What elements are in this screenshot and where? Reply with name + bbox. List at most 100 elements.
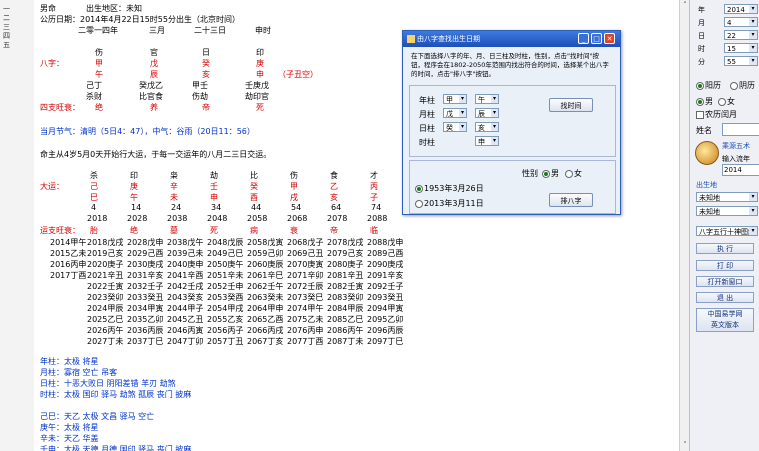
shensha-line: 己巳：天乙 太极 文昌 驿马 空亡 (40, 412, 155, 421)
bazi-cangshen: 劫印官 (245, 92, 269, 101)
liunian-cell: 2056丙子 (207, 326, 244, 335)
liunian-cell: 2080庚子 (327, 260, 364, 269)
field-select-0[interactable]: 2014 ▾ (724, 4, 758, 14)
name-label: 姓名 (696, 126, 712, 135)
liunian-cell: 2044甲子 (167, 304, 204, 313)
result-option-2[interactable]: 2013年3月11日 (415, 198, 484, 209)
close-icon[interactable]: ✕ (604, 33, 615, 44)
pillar-gan-select[interactable]: 甲 ▾ (443, 94, 467, 104)
paipan-button[interactable]: 排八字 (549, 193, 593, 207)
field-select-3[interactable]: 15 ▾ (724, 43, 758, 53)
pillar-zhi-select[interactable]: 亥 ▾ (475, 122, 499, 132)
liunian-cell: 2015乙未 (50, 249, 87, 258)
bazi-shishen: 伤 (95, 48, 103, 57)
liunian-cell: 2083癸卯 (327, 293, 364, 302)
shensha-line: 月柱：寡宿 空亡 吊客 (40, 368, 118, 377)
dialog-titlebar[interactable]: 由八字查找出生日期 _ □ ✕ (403, 31, 620, 47)
liunian-cell: 2018戊戌 (87, 238, 124, 247)
liunian-cell: 2088戊申 (367, 238, 404, 247)
radio-female[interactable] (565, 169, 573, 178)
radio-result-2[interactable] (415, 199, 423, 208)
pillar-gan-select[interactable]: 癸 ▾ (443, 122, 467, 132)
field-select-4[interactable]: 55 ▾ (724, 56, 758, 66)
chevron-down-icon: ▾ (749, 18, 757, 26)
scroll-down-icon[interactable]: ˅ (681, 441, 689, 449)
dayun-zhi: 巳 (90, 193, 98, 202)
radio-male-main[interactable] (696, 97, 704, 106)
liunian-cell: 2022壬寅 (87, 282, 124, 291)
field-label: 时 (698, 45, 705, 53)
result-text-area[interactable]: 男命 出生地区：未知 公历日期：2014年4月22日15时55分出生（北京时间）… (34, 0, 679, 451)
pillar-zhi-select[interactable]: 申 ▾ (475, 136, 499, 146)
liunian-cell: 2016丙申 (50, 260, 87, 269)
liunian-cell: 2024甲辰 (87, 304, 124, 313)
gender-label: 性别 (522, 169, 538, 178)
pillar-zhi-select[interactable]: 辰 ▾ (475, 108, 499, 118)
field-label: 分 (698, 58, 705, 66)
cal-solar[interactable]: 阳历 (696, 80, 721, 91)
tree-item[interactable]: 五 (3, 40, 10, 50)
dayun-zhi: 午 (130, 193, 138, 202)
dialog-gender-male[interactable]: 男 (542, 168, 559, 179)
dayun-shishen: 比 (250, 171, 258, 180)
liunian-cell: 2054甲戌 (207, 304, 244, 313)
pillar-zhi-select[interactable]: 午 ▾ (475, 94, 499, 104)
liunian-input[interactable]: 2014 (722, 164, 759, 176)
radio-female-main[interactable] (718, 97, 726, 106)
dayun-age: 4 (91, 203, 97, 212)
dayun-ws: 死 (210, 226, 218, 235)
shensha-line: 日柱：十恶大败日 阴阳差错 羊刃 劫煞 (40, 379, 176, 388)
liunian-cell: 2091辛亥 (367, 271, 404, 280)
liunian-cell: 2029己酉 (127, 249, 164, 258)
dayun-ws: 衰 (290, 226, 298, 235)
lunar-hour: 申时 (255, 26, 271, 35)
dayun-gan: 庚 (130, 182, 138, 191)
website-link-button[interactable]: 中国易学网 英文版本 (696, 308, 754, 332)
radio-result-1[interactable] (415, 184, 423, 193)
liunian-cell: 2077丁酉 (287, 337, 324, 346)
find-time-button[interactable]: 找时间 (549, 98, 593, 112)
name-input[interactable] (722, 123, 759, 136)
execute-button[interactable]: 执 行 (696, 243, 754, 254)
bazi-canggan: 癸戊乙 (139, 81, 163, 90)
dayun-year: 2048 (207, 214, 228, 223)
dayun-ws: 临 (370, 226, 378, 235)
gender-male[interactable]: 男 (696, 96, 713, 107)
province-select[interactable]: 未知地 ▾ (696, 192, 758, 202)
liunian-cell: 2050庚午 (207, 260, 244, 269)
leap-month[interactable]: 农历闰月 (696, 109, 737, 120)
city-select[interactable]: 未知地 ▾ (696, 206, 758, 216)
dayun-shishen: 劫 (210, 171, 218, 180)
scroll-up-icon[interactable]: ˄ (681, 1, 689, 9)
dayun-ws: 病 (250, 226, 258, 235)
open-window-button[interactable]: 打开新窗口 (696, 276, 754, 287)
chevron-down-icon: ▾ (749, 227, 757, 235)
dialog-gender-female[interactable]: 女 (565, 168, 582, 179)
maximize-icon[interactable]: □ (591, 33, 602, 44)
qiyun-text: 命主从4岁5月0天开始行大运，于每一交运年的八月二三日交运。 (40, 150, 272, 159)
dayun-shishen: 食 (330, 171, 338, 180)
radio-male[interactable] (542, 169, 550, 178)
dayun-ws: 绝 (130, 226, 138, 235)
leap-month-checkbox[interactable] (696, 110, 704, 119)
pillar-selection-group (409, 85, 616, 157)
field-select-1[interactable]: 4 ▾ (724, 17, 758, 27)
result-option-1[interactable]: 1953年3月26日 (415, 183, 484, 194)
radio-lunar[interactable] (730, 81, 738, 90)
liunian-cell: 2017丁酉 (50, 271, 87, 280)
liunian-cell: 2078戊戌 (327, 238, 364, 247)
dayun-shishen: 枭 (170, 171, 178, 180)
radio-solar[interactable] (696, 81, 704, 90)
exit-button[interactable]: 退 出 (696, 292, 754, 303)
minimize-icon[interactable]: _ (578, 33, 589, 44)
liunian-cell: 2082壬寅 (327, 282, 364, 291)
pillar-gan-select[interactable]: 戊 ▾ (443, 108, 467, 118)
field-select-2[interactable]: 22 ▾ (724, 30, 758, 40)
bazi-zhi: 辰 (150, 70, 158, 79)
mode-select[interactable]: 八字五行十神图解 ▾ (696, 226, 758, 236)
dayun-year: 2058 (247, 214, 268, 223)
gender-female[interactable]: 女 (718, 96, 735, 107)
print-button[interactable]: 打 印 (696, 260, 754, 271)
cal-lunar[interactable]: 阴历 (730, 80, 755, 91)
liunian-cell: 2045乙丑 (167, 315, 204, 324)
